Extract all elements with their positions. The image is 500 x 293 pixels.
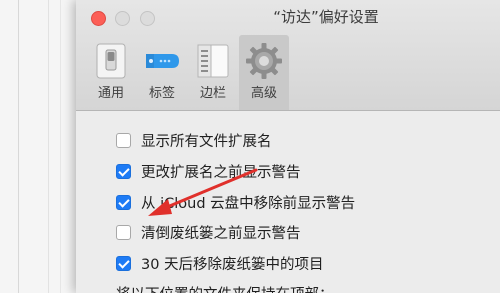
warn-extension-change-checkbox[interactable] xyxy=(116,163,131,179)
window-title: “访达”偏好设置 xyxy=(273,8,379,26)
warn-empty-trash-label: 清倒废纸篓之前显示警告 xyxy=(141,225,301,242)
show-extensions-checkbox[interactable] xyxy=(116,132,131,148)
tab-general-label: 通用 xyxy=(97,86,124,101)
window-toolbar: “访达”偏好设置 通用 标签 边栏 高级 xyxy=(76,0,500,111)
tab-general[interactable]: 通用 xyxy=(86,35,136,110)
remove-trash-30-days-checkbox[interactable] xyxy=(116,255,131,271)
option-warn-icloud-remove[interactable]: 从 iCloud 云盘中移除前显示警告 xyxy=(116,191,355,213)
tab-advanced-label: 高级 xyxy=(250,86,277,101)
zoom-window-button[interactable] xyxy=(140,11,155,26)
minimize-window-button[interactable] xyxy=(115,11,130,26)
warn-empty-trash-checkbox[interactable] xyxy=(116,224,131,240)
background-divider xyxy=(18,0,19,293)
tab-sidebar[interactable]: 边栏 xyxy=(188,35,238,110)
keep-folders-on-top-heading: 将以下位置的文件夹保持在顶部： xyxy=(116,283,334,293)
preferences-window: “访达”偏好设置 通用 标签 边栏 高级 显示所有文件扩展名 更改扩展名之前显示… xyxy=(76,0,500,293)
tag-icon xyxy=(146,54,179,68)
warn-extension-change-label: 更改扩展名之前显示警告 xyxy=(141,164,301,181)
option-remove-trash-30-days[interactable]: 30 天后移除废纸篓中的项目 xyxy=(116,252,324,274)
warn-icloud-remove-checkbox[interactable] xyxy=(116,194,131,210)
background-divider xyxy=(60,0,61,293)
tab-advanced[interactable]: 高级 xyxy=(239,35,289,110)
switch-icon xyxy=(96,43,126,79)
gear-icon xyxy=(246,43,282,79)
option-warn-empty-trash[interactable]: 清倒废纸篓之前显示警告 xyxy=(116,221,301,243)
tab-tags-label: 标签 xyxy=(148,86,175,101)
show-extensions-label: 显示所有文件扩展名 xyxy=(141,133,272,150)
background-divider xyxy=(48,0,49,293)
option-show-extensions[interactable]: 显示所有文件扩展名 xyxy=(116,129,272,151)
close-window-button[interactable] xyxy=(91,11,106,26)
sidebar-icon xyxy=(197,44,229,78)
remove-trash-30-days-label: 30 天后移除废纸篓中的项目 xyxy=(141,256,324,273)
tab-tags[interactable]: 标签 xyxy=(137,35,187,110)
warn-icloud-remove-label: 从 iCloud 云盘中移除前显示警告 xyxy=(141,195,356,212)
tab-sidebar-label: 边栏 xyxy=(199,86,226,101)
option-warn-extension-change[interactable]: 更改扩展名之前显示警告 xyxy=(116,160,301,182)
advanced-settings-panel: 显示所有文件扩展名 更改扩展名之前显示警告 从 iCloud 云盘中移除前显示警… xyxy=(76,111,500,293)
